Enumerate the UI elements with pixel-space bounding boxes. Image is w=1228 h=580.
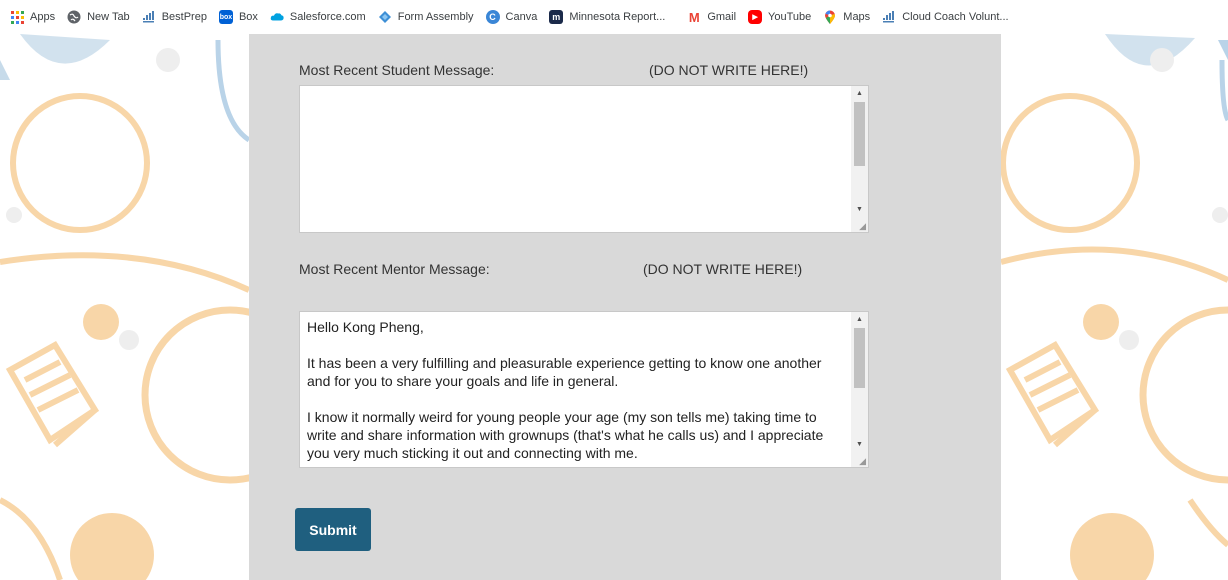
bookmark-gmail[interactable]: M Gmail bbox=[687, 9, 737, 25]
form-assembly-icon bbox=[378, 10, 392, 24]
scroll-down-arrow-icon[interactable]: ▼ bbox=[851, 437, 868, 453]
bookmark-label: Box bbox=[238, 11, 258, 23]
bookmark-label: Apps bbox=[30, 11, 56, 23]
submit-button[interactable]: Submit bbox=[295, 508, 371, 551]
youtube-icon: ▶ bbox=[748, 10, 763, 24]
student-message-label: Most Recent Student Message: bbox=[299, 62, 495, 78]
student-message-scrollbar[interactable]: ▲ ▼ bbox=[851, 86, 868, 232]
student-message-textarea[interactable]: ▲ ▼ ◢ bbox=[299, 85, 869, 233]
scroll-up-arrow-icon[interactable]: ▲ bbox=[851, 86, 868, 102]
bestprep-icon bbox=[142, 10, 156, 24]
canva-icon: C bbox=[485, 10, 500, 24]
bookmark-bestprep[interactable]: BestPrep bbox=[142, 10, 207, 24]
scroll-up-arrow-icon[interactable]: ▲ bbox=[851, 312, 868, 328]
mentor-message-text: Hello Kong Pheng, It has been a very ful… bbox=[307, 319, 824, 461]
bookmark-label: Form Assembly bbox=[397, 11, 474, 23]
minnesota-reformer-icon: m bbox=[549, 10, 564, 24]
bookmark-canva[interactable]: C Canva bbox=[485, 10, 538, 24]
bookmark-apps[interactable]: Apps bbox=[10, 10, 55, 24]
mentor-message-textarea[interactable]: Hello Kong Pheng, It has been a very ful… bbox=[299, 311, 869, 468]
bookmark-label: Gmail bbox=[707, 11, 737, 23]
bookmark-label: Salesforce.com bbox=[289, 11, 366, 23]
form-panel: Most Recent Student Message: (DO NOT WRI… bbox=[249, 34, 1001, 580]
mentor-message-label: Most Recent Mentor Message: bbox=[299, 261, 490, 277]
maps-pin-icon bbox=[823, 10, 837, 24]
mentor-do-not-write-note: (DO NOT WRITE HERE!) bbox=[643, 261, 803, 277]
salesforce-cloud-icon bbox=[270, 10, 284, 24]
bookmark-salesforce[interactable]: Salesforce.com bbox=[270, 10, 366, 24]
bookmark-minnesota-reformer[interactable]: m Minnesota Report... bbox=[549, 10, 665, 24]
scroll-thumb[interactable] bbox=[854, 328, 865, 388]
bookmark-maps[interactable]: Maps bbox=[823, 10, 870, 24]
bookmarks-bar: Apps New Tab BestPrep box Box Salesforce… bbox=[0, 0, 1228, 34]
bookmark-new-tab[interactable]: New Tab bbox=[67, 10, 130, 24]
bookmark-label: New Tab bbox=[87, 11, 130, 23]
gmail-icon: M bbox=[688, 9, 700, 25]
resize-grip-icon[interactable]: ◢ bbox=[856, 456, 866, 466]
bookmark-label: Canva bbox=[505, 11, 538, 23]
apps-grid-icon bbox=[10, 10, 24, 24]
student-do-not-write-note: (DO NOT WRITE HERE!) bbox=[649, 62, 809, 78]
bookmark-label: Minnesota Report... bbox=[569, 11, 666, 23]
resize-grip-icon[interactable]: ◢ bbox=[856, 221, 866, 231]
cloud-coach-icon bbox=[882, 10, 896, 24]
bookmark-label: Maps bbox=[843, 11, 871, 23]
bookmark-label: YouTube bbox=[768, 11, 812, 23]
bookmark-label: Cloud Coach Volunt... bbox=[902, 11, 1009, 23]
bookmark-box[interactable]: box Box bbox=[218, 10, 258, 24]
bookmark-youtube[interactable]: ▶ YouTube bbox=[748, 10, 811, 24]
scroll-thumb[interactable] bbox=[854, 102, 865, 166]
bookmark-form-assembly[interactable]: Form Assembly bbox=[378, 10, 474, 24]
box-icon: box bbox=[218, 10, 233, 24]
globe-icon bbox=[67, 10, 81, 24]
scroll-down-arrow-icon[interactable]: ▼ bbox=[851, 202, 868, 218]
bookmark-label: BestPrep bbox=[161, 11, 207, 23]
bookmark-cloud-coach[interactable]: Cloud Coach Volunt... bbox=[882, 10, 1009, 24]
mentor-message-scrollbar[interactable]: ▲ ▼ bbox=[851, 312, 868, 467]
